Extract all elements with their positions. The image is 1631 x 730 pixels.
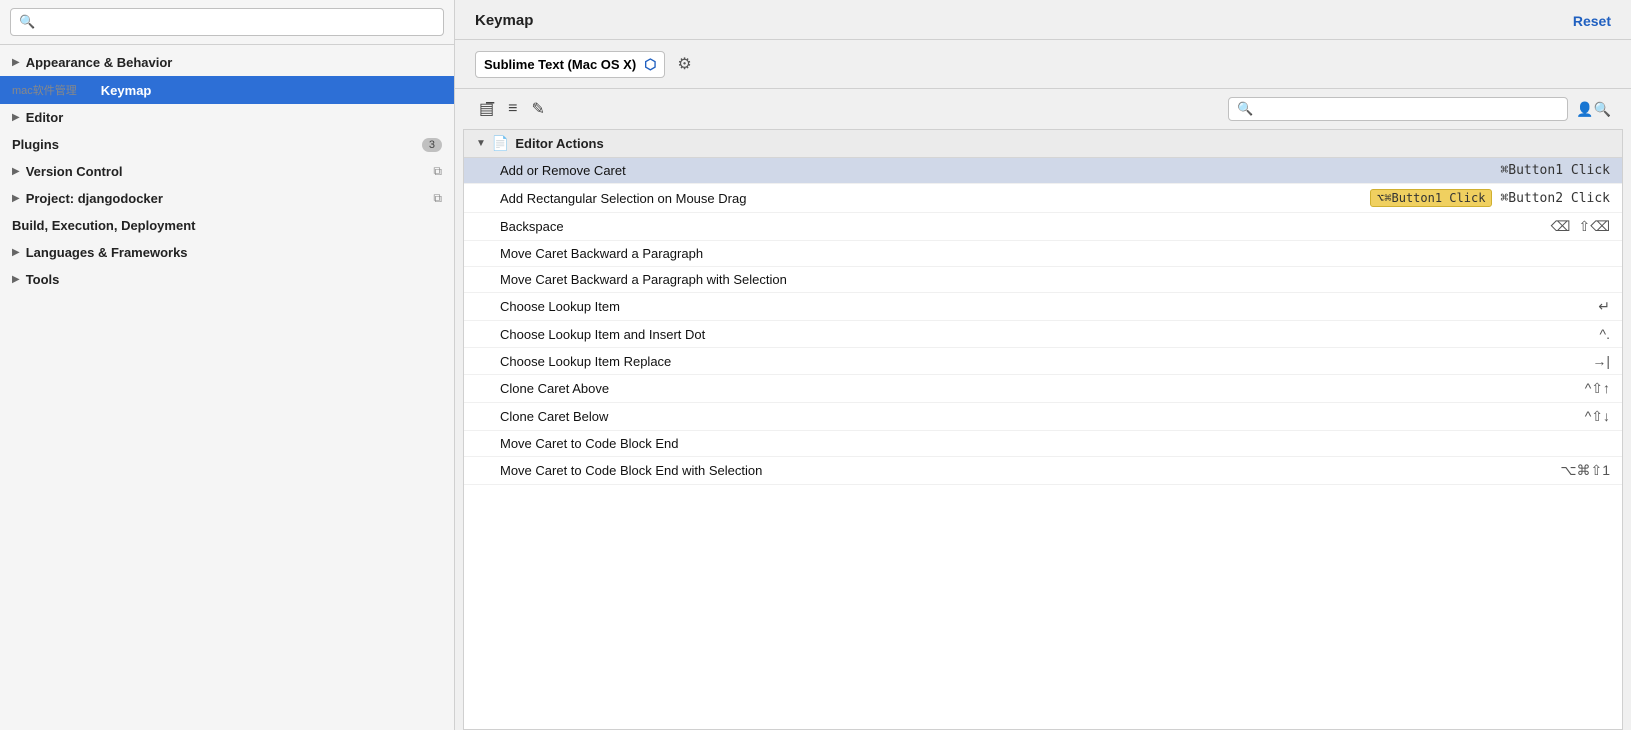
page-title: Keymap (475, 12, 533, 29)
table-row[interactable]: Move Caret Backward a Paragraph with Sel… (464, 267, 1622, 293)
action-name: Move Caret to Code Block End with Select… (500, 463, 1552, 478)
action-name: Backspace (500, 219, 1543, 234)
table-row[interactable]: Move Caret Backward a Paragraph (464, 241, 1622, 267)
filter2-button[interactable]: ≡ (504, 98, 521, 120)
sidebar-item-label: Appearance & Behavior (26, 55, 442, 70)
sidebar-item-label: Build, Execution, Deployment (12, 218, 442, 233)
shortcut-icon: ↵ (1598, 298, 1610, 315)
action-name: Choose Lookup Item Replace (500, 354, 1584, 369)
shortcut-icon: →| (1592, 353, 1610, 369)
shortcut-icon: ⌥⌘⇧1 (1560, 462, 1610, 479)
sidebar-item-appearance[interactable]: ▶ Appearance & Behavior (0, 49, 454, 76)
sidebar-item-project[interactable]: ▶ Project: djangodocker ⧉ (0, 185, 454, 212)
expand-arrow-icon: ▶ (12, 166, 20, 177)
table-row[interactable]: Choose Lookup Item ↵ (464, 293, 1622, 321)
group-header[interactable]: ▼ 📄 Editor Actions (464, 130, 1622, 158)
action-name: Move Caret Backward a Paragraph with Sel… (500, 272, 1610, 287)
action-name: Choose Lookup Item (500, 299, 1590, 314)
shortcut-text: ⌘Button1 Click (1500, 163, 1610, 178)
search-icon: 🔍 (19, 14, 35, 30)
table-row[interactable]: Add Rectangular Selection on Mouse Drag … (464, 184, 1622, 213)
keymap-selector[interactable]: Sublime Text (Mac OS X) ⬡ (475, 51, 665, 78)
action-name: Choose Lookup Item and Insert Dot (500, 327, 1592, 342)
sidebar-item-editor[interactable]: ▶ Editor (0, 104, 454, 131)
group-name: Editor Actions (515, 136, 603, 151)
sidebar-nav: ▶ Appearance & Behavior mac软件管理 Keymap ▶ Edit… (0, 45, 454, 730)
action-name: Move Caret to Code Block End (500, 436, 1610, 451)
sidebar-item-label: Keymap (83, 83, 442, 98)
pencil-icon: ✎ (531, 101, 544, 118)
filter-button[interactable]: ▤̅ (475, 97, 498, 121)
table-row[interactable]: Add or Remove Caret ⌘Button1 Click (464, 158, 1622, 184)
keymap-row: Sublime Text (Mac OS X) ⬡ ⚙ (455, 40, 1631, 89)
expand-arrow-icon: ▶ (12, 247, 20, 258)
sidebar-item-tools[interactable]: ▶ Tools (0, 266, 454, 293)
table-row[interactable]: Clone Caret Above ^⇧↑ (464, 375, 1622, 403)
table-row[interactable]: Move Caret to Code Block End with Select… (464, 457, 1622, 485)
sidebar-search-input[interactable] (41, 15, 435, 30)
sidebar-item-keymap[interactable]: mac软件管理 Keymap (0, 76, 454, 104)
shortcut-icon: ^. (1600, 326, 1610, 342)
reset-button[interactable]: Reset (1573, 13, 1611, 29)
sidebar-item-build[interactable]: Build, Execution, Deployment (0, 212, 454, 239)
table-row[interactable]: Clone Caret Below ^⇧↓ (464, 403, 1622, 431)
sidebar-item-label: Plugins (12, 137, 414, 152)
sidebar-item-label: Project: djangodocker (26, 191, 428, 206)
action-name: Add or Remove Caret (500, 163, 1492, 178)
table-toolbar: ▤̅ ≡ ✎ 🔍 👤🔍 (455, 89, 1631, 129)
actions-search-input[interactable] (1257, 102, 1559, 117)
search-icon: 🔍 (1237, 101, 1253, 117)
sidebar-search-container: 🔍 (0, 0, 454, 45)
toolbar-left: ▤̅ ≡ ✎ (475, 97, 549, 121)
mac-prefix-label: mac软件管理 (12, 82, 77, 98)
shortcut-text: ⌘Button2 Click (1500, 191, 1610, 206)
keymap-name: Sublime Text (Mac OS X) (484, 57, 636, 72)
actions-table: ▼ 📄 Editor Actions Add or Remove Caret ⌘… (463, 129, 1623, 730)
edit-button[interactable]: ✎ (527, 97, 548, 121)
shortcut-icon: ⇧⌫ (1578, 218, 1610, 235)
sidebar-search-box[interactable]: 🔍 (10, 8, 444, 36)
expand-arrow-icon: ▶ (12, 57, 20, 68)
sidebar-item-label: Tools (26, 272, 442, 287)
find-person-icon: 👤🔍 (1576, 101, 1611, 117)
actions-search-box[interactable]: 🔍 (1228, 97, 1568, 121)
folder-icon: 📄 (492, 135, 509, 152)
shortcut-icon: ⌫ (1551, 218, 1571, 235)
expand-arrow-icon: ▶ (12, 274, 20, 285)
table-row[interactable]: Choose Lookup Item Replace →| (464, 348, 1622, 375)
sidebar-item-label: Editor (26, 110, 442, 125)
find-person-button[interactable]: 👤🔍 (1576, 101, 1611, 118)
sidebar-item-label: Languages & Frameworks (26, 245, 442, 260)
gear-button[interactable]: ⚙ (673, 50, 695, 78)
badge: 3 (422, 138, 442, 152)
expand-arrow-icon: ▶ (12, 193, 20, 204)
action-name: Move Caret Backward a Paragraph (500, 246, 1610, 261)
main-header: Keymap Reset (455, 0, 1631, 40)
sidebar-item-label: Version Control (26, 164, 428, 179)
table-row[interactable]: Choose Lookup Item and Insert Dot ^. (464, 321, 1622, 348)
expand-arrow-icon: ▶ (12, 112, 20, 123)
sidebar-item-version-control[interactable]: ▶ Version Control ⧉ (0, 158, 454, 185)
collapse-icon: ▼ (476, 138, 486, 149)
filter2-icon: ≡ (508, 100, 517, 117)
copy-icon: ⧉ (433, 191, 442, 206)
toolbar-right: 🔍 👤🔍 (1228, 97, 1611, 121)
table-row[interactable]: Move Caret to Code Block End (464, 431, 1622, 457)
main-content: Keymap Reset Sublime Text (Mac OS X) ⬡ ⚙… (455, 0, 1631, 730)
action-name: Add Rectangular Selection on Mouse Drag (500, 191, 1362, 206)
shortcut-badge: ⌥⌘Button1 Click (1370, 189, 1492, 207)
action-name: Clone Caret Below (500, 409, 1577, 424)
copy-icon: ⧉ (433, 164, 442, 179)
sidebar-item-plugins[interactable]: Plugins 3 (0, 131, 454, 158)
sidebar-item-languages[interactable]: ▶ Languages & Frameworks (0, 239, 454, 266)
action-name: Clone Caret Above (500, 381, 1577, 396)
sidebar: 🔍 ▶ Appearance & Behavior mac软件管理 Keymap ▶ Ed… (0, 0, 455, 730)
table-row[interactable]: Backspace ⌫ ⇧⌫ (464, 213, 1622, 241)
filter-icon: ▤̅ (479, 101, 494, 118)
shortcut-icon: ^⇧↑ (1585, 380, 1610, 397)
shortcut-icon: ^⇧↓ (1585, 408, 1610, 425)
chevron-down-icon: ⬡ (644, 56, 656, 73)
